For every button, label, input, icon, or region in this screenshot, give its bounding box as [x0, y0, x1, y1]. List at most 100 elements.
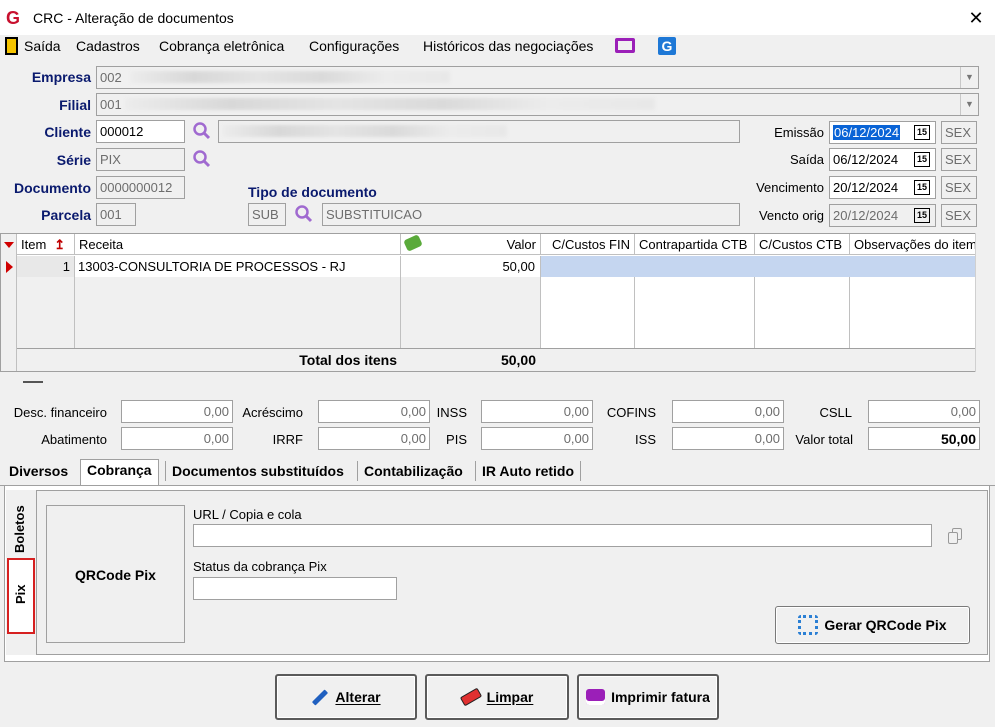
irrf-input[interactable]: 0,00: [318, 427, 430, 450]
cell-valor[interactable]: 50,00: [401, 256, 541, 277]
menu-cadastros[interactable]: Cadastros: [76, 38, 140, 54]
status-cobranca-input[interactable]: [193, 577, 397, 600]
documento-label: Documento: [14, 180, 91, 196]
tipo-search-icon[interactable]: [294, 204, 314, 224]
cell-item[interactable]: 1: [17, 256, 75, 277]
grid-filler-valor: [401, 277, 540, 349]
grid-line: [540, 277, 541, 349]
app-g-icon[interactable]: G: [658, 37, 676, 55]
col-receita[interactable]: Receita: [75, 234, 401, 255]
valor-total-label: Valor total: [795, 432, 853, 447]
acrescimo-label: Acréscimo: [242, 405, 303, 420]
inss-input[interactable]: 0,00: [481, 400, 593, 423]
vencto-orig-calendar-icon: 15: [914, 208, 930, 223]
col-observacoes[interactable]: Observações do item: [850, 234, 975, 255]
pis-label: PIS: [446, 432, 467, 447]
grid-scrollbar[interactable]: [975, 233, 995, 372]
serie-input[interactable]: PIX: [96, 148, 185, 171]
gerar-qrcode-button[interactable]: Gerar QRCode Pix: [775, 606, 970, 644]
vencto-orig-day: SEX: [941, 204, 977, 227]
inss-label: INSS: [436, 405, 467, 420]
abatimento-label: Abatimento: [41, 432, 107, 447]
tab-diversos[interactable]: Diversos: [3, 461, 74, 481]
grid-splitter[interactable]: [23, 381, 43, 383]
menu-historicos[interactable]: Históricos das negociações: [423, 38, 593, 54]
app-logo-icon: G: [6, 8, 21, 28]
cliente-input[interactable]: 000012: [96, 120, 185, 143]
items-grid[interactable]: Item ↥ Receita Valor C/Custos FIN Contrap…: [0, 233, 975, 372]
url-label: URL / Copia e cola: [193, 507, 302, 522]
money-icon: [403, 234, 423, 252]
grid-line: [754, 277, 755, 349]
qrcode-icon: [798, 615, 819, 635]
close-button[interactable]: ✕: [962, 6, 990, 30]
subtab-pix[interactable]: Pix: [13, 580, 28, 604]
emissao-day: SEX: [941, 121, 977, 144]
irrf-label: IRRF: [272, 432, 303, 447]
vencto-orig-label: Vencto orig: [758, 208, 824, 223]
vencimento-calendar-icon[interactable]: 15: [914, 180, 930, 195]
menu-saida[interactable]: Saída: [24, 38, 61, 54]
tab-documentos-substituidos[interactable]: Documentos substituídos: [165, 461, 350, 481]
tab-ir-auto-retido[interactable]: IR Auto retido: [475, 461, 582, 481]
empresa-dropdown-icon[interactable]: ▼: [960, 67, 978, 88]
exit-door-icon[interactable]: [5, 37, 18, 55]
serie-label: Série: [56, 152, 91, 168]
grid-line: [634, 277, 635, 349]
col-item[interactable]: Item ↥: [17, 234, 75, 255]
col-contrapartida-ctb[interactable]: Contrapartida CTB: [635, 234, 755, 255]
emissao-value: 06/12/2024: [833, 125, 901, 140]
cofins-label: COFINS: [606, 405, 656, 420]
col-custos-ctb[interactable]: C/Custos CTB: [755, 234, 850, 255]
col-custos-fin[interactable]: C/Custos FIN: [541, 234, 635, 255]
menu-cobranca-eletronica[interactable]: Cobrança eletrônica: [159, 38, 284, 54]
status-cobranca-label: Status da cobrança Pix: [193, 559, 327, 574]
parcela-input[interactable]: 001: [96, 203, 136, 226]
tipo-code-input[interactable]: SUB: [248, 203, 286, 226]
abatimento-input[interactable]: 0,00: [121, 427, 233, 450]
imprimir-fatura-button[interactable]: Imprimir fatura: [577, 674, 719, 720]
menu-configuracoes[interactable]: Configurações: [309, 38, 399, 54]
sort-indicator-icon[interactable]: [4, 242, 14, 248]
qrcode-pix-box: QRCode Pix: [46, 505, 185, 643]
vencimento-day: SEX: [941, 176, 977, 199]
tipo-documento-label: Tipo de documento: [248, 184, 377, 200]
tab-cobranca[interactable]: Cobrança: [80, 459, 159, 486]
csll-label: CSLL: [819, 405, 852, 420]
cofins-input[interactable]: 0,00: [672, 400, 784, 423]
eraser-icon: [459, 687, 482, 707]
pis-input[interactable]: 0,00: [481, 427, 593, 450]
copy-icon[interactable]: [948, 528, 962, 544]
documento-input[interactable]: 0000000012: [96, 176, 185, 199]
emissao-calendar-icon[interactable]: 15: [914, 125, 930, 140]
vencimento-label: Vencimento: [756, 180, 824, 195]
desc-financeiro-label: Desc. financeiro: [13, 405, 107, 420]
desc-financeiro-input[interactable]: 0,00: [121, 400, 233, 423]
pencil-icon: [312, 688, 329, 706]
limpar-button[interactable]: Limpar: [425, 674, 569, 720]
subtab-boletos[interactable]: Boletos: [12, 498, 27, 553]
cell-receita[interactable]: 13003-CONSULTORIA DE PROCESSOS - RJ: [75, 256, 401, 277]
emissao-label: Emissão: [774, 125, 824, 140]
alterar-button[interactable]: Alterar: [275, 674, 417, 720]
serie-search-icon[interactable]: [192, 149, 212, 169]
tab-contabilizacao[interactable]: Contabilização: [357, 461, 469, 481]
empresa-name-redacted: [130, 71, 450, 83]
csll-input[interactable]: 0,00: [868, 400, 980, 423]
cliente-search-icon[interactable]: [192, 121, 212, 141]
col-valor[interactable]: Valor: [401, 234, 541, 255]
acrescimo-input[interactable]: 0,00: [318, 400, 430, 423]
row-current-indicator-icon: [6, 261, 13, 273]
monitor-icon[interactable]: [615, 38, 635, 53]
filial-label: Filial: [59, 97, 91, 113]
cliente-label: Cliente: [44, 124, 91, 140]
filial-dropdown-icon[interactable]: ▼: [960, 94, 978, 115]
iss-label: ISS: [635, 432, 656, 447]
iss-input[interactable]: 0,00: [672, 427, 784, 450]
saida-calendar-icon[interactable]: 15: [914, 152, 930, 167]
parcela-label: Parcela: [41, 207, 91, 223]
empresa-label: Empresa: [31, 69, 91, 85]
url-input[interactable]: [193, 524, 932, 547]
tipo-desc-input: SUBSTITUICAO: [322, 203, 740, 226]
grid-line: [849, 277, 850, 349]
